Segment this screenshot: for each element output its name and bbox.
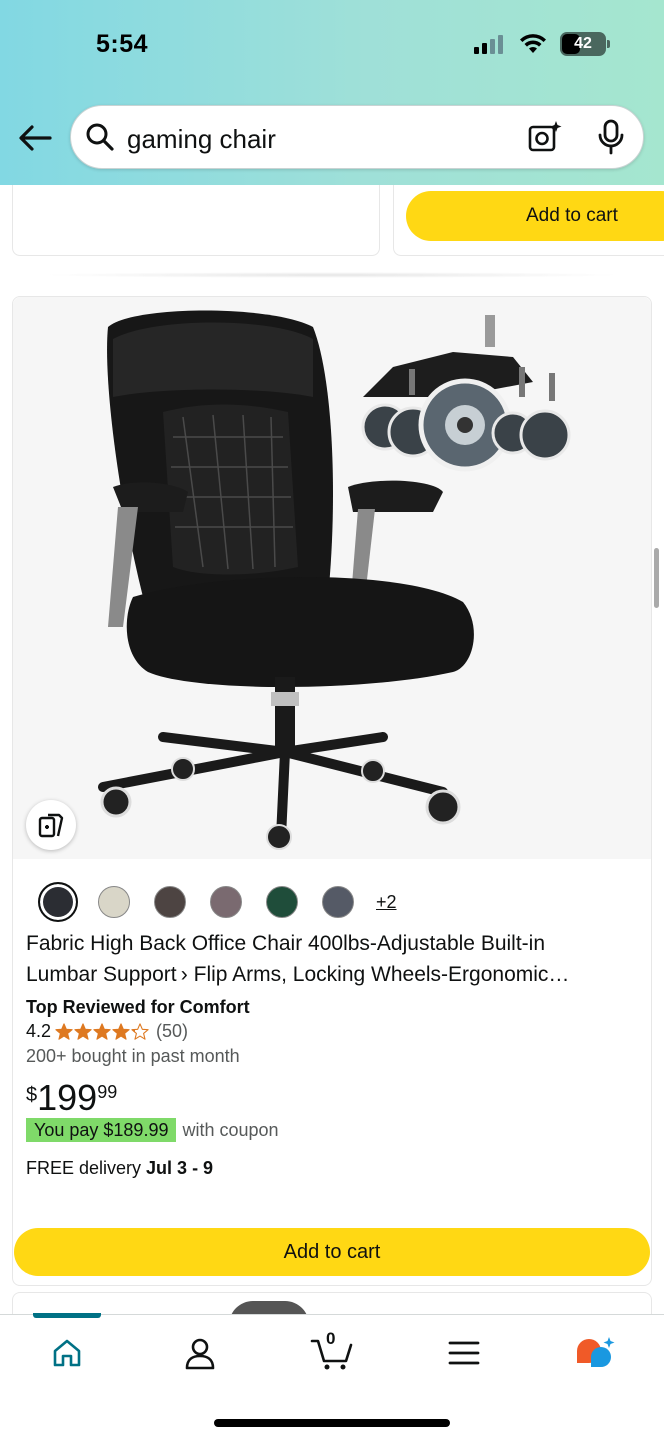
- view-similar-button[interactable]: [26, 800, 76, 850]
- add-to-cart-button[interactable]: Add to cart: [14, 1228, 650, 1276]
- coupon-suffix: with coupon: [182, 1119, 279, 1140]
- rating-value: 4.2: [26, 1021, 52, 1041]
- previous-add-to-cart-button[interactable]: Add to cart: [406, 191, 664, 241]
- color-swatch[interactable]: [322, 886, 354, 918]
- coupon-row: You pay $189.99 with coupon: [26, 1118, 279, 1142]
- nav-menu[interactable]: [434, 1333, 494, 1373]
- status-time: 5:54: [96, 30, 149, 58]
- delivery-prefix: FREE delivery: [26, 1158, 147, 1178]
- header: 5:54 42 gaming chair: [0, 0, 664, 185]
- cellular-signal-icon: [474, 35, 503, 54]
- search-input[interactable]: gaming chair: [127, 124, 276, 155]
- coupon-badge: You pay $189.99: [26, 1118, 177, 1142]
- scrollbar[interactable]: [654, 548, 659, 608]
- product-title[interactable]: Fabric High Back Office Chair 400lbs-Adj…: [26, 928, 616, 990]
- rating-row[interactable]: 4.2 (50): [26, 1021, 188, 1042]
- status-icons: 42: [474, 32, 610, 56]
- divider: [40, 272, 624, 278]
- star-icon: [55, 1022, 73, 1040]
- back-arrow-icon: [19, 125, 52, 151]
- menu-icon: [448, 1341, 480, 1365]
- delivery-date: Jul 3 - 9: [146, 1158, 214, 1178]
- color-swatch[interactable]: [98, 886, 130, 918]
- caster-wheels-illustration: [361, 315, 571, 472]
- nav-home[interactable]: [37, 1333, 97, 1373]
- active-tab-indicator: [33, 1313, 101, 1318]
- battery-icon: 42: [560, 32, 610, 56]
- color-swatch[interactable]: [154, 886, 186, 918]
- home-indicator[interactable]: [214, 1419, 450, 1427]
- cart-count: 0: [326, 1329, 336, 1348]
- office-chair-image: [98, 310, 571, 850]
- nav-cart[interactable]: 0: [302, 1329, 362, 1373]
- nav-rufus[interactable]: [565, 1333, 625, 1373]
- star-icon: [74, 1022, 92, 1040]
- rufus-assistant-icon: [577, 1337, 615, 1367]
- product-title-line1[interactable]: Fabric High Back Office Chair 400lbs-Adj…: [26, 928, 616, 959]
- price-whole: 199: [37, 1077, 98, 1118]
- bought-count: 200+ bought in past month: [26, 1046, 240, 1066]
- home-icon: [53, 1339, 81, 1367]
- color-swatch[interactable]: [210, 886, 242, 918]
- back-button[interactable]: [16, 119, 54, 157]
- star-icon: [112, 1022, 130, 1040]
- delivery-info: FREE delivery Jul 3 - 9: [26, 1158, 213, 1179]
- price-symbol: $: [26, 1084, 38, 1106]
- app-screen: 5:54 42 gaming chair Add to cart +2 Fabr…: [0, 0, 664, 1440]
- account-icon: [185, 1338, 215, 1370]
- battery-level: 42: [574, 35, 592, 52]
- star-icon: [93, 1022, 111, 1040]
- product-title-line2[interactable]: Lumbar Support › Flip Arms, Locking Whee…: [26, 959, 616, 990]
- price: $ 199 99: [26, 1078, 117, 1118]
- more-colors-link[interactable]: +2: [376, 892, 397, 913]
- star-rating: [55, 1022, 150, 1041]
- microphone-icon[interactable]: [594, 118, 628, 156]
- search-icon: [86, 123, 114, 151]
- color-swatch[interactable]: [266, 886, 298, 918]
- color-swatches: +2: [38, 882, 397, 922]
- price-fraction: 99: [97, 1082, 118, 1102]
- camera-search-icon[interactable]: [527, 119, 563, 155]
- nav-account[interactable]: [170, 1333, 230, 1373]
- review-count[interactable]: (50): [156, 1021, 188, 1042]
- similar-items-icon: [38, 813, 64, 838]
- wifi-icon: [520, 34, 546, 53]
- star-icon: [131, 1022, 149, 1040]
- color-swatch[interactable]: [38, 882, 78, 922]
- review-badge: Top Reviewed for Comfort: [26, 997, 250, 1017]
- search-bar[interactable]: gaming chair: [70, 105, 644, 169]
- product-image[interactable]: [13, 297, 651, 859]
